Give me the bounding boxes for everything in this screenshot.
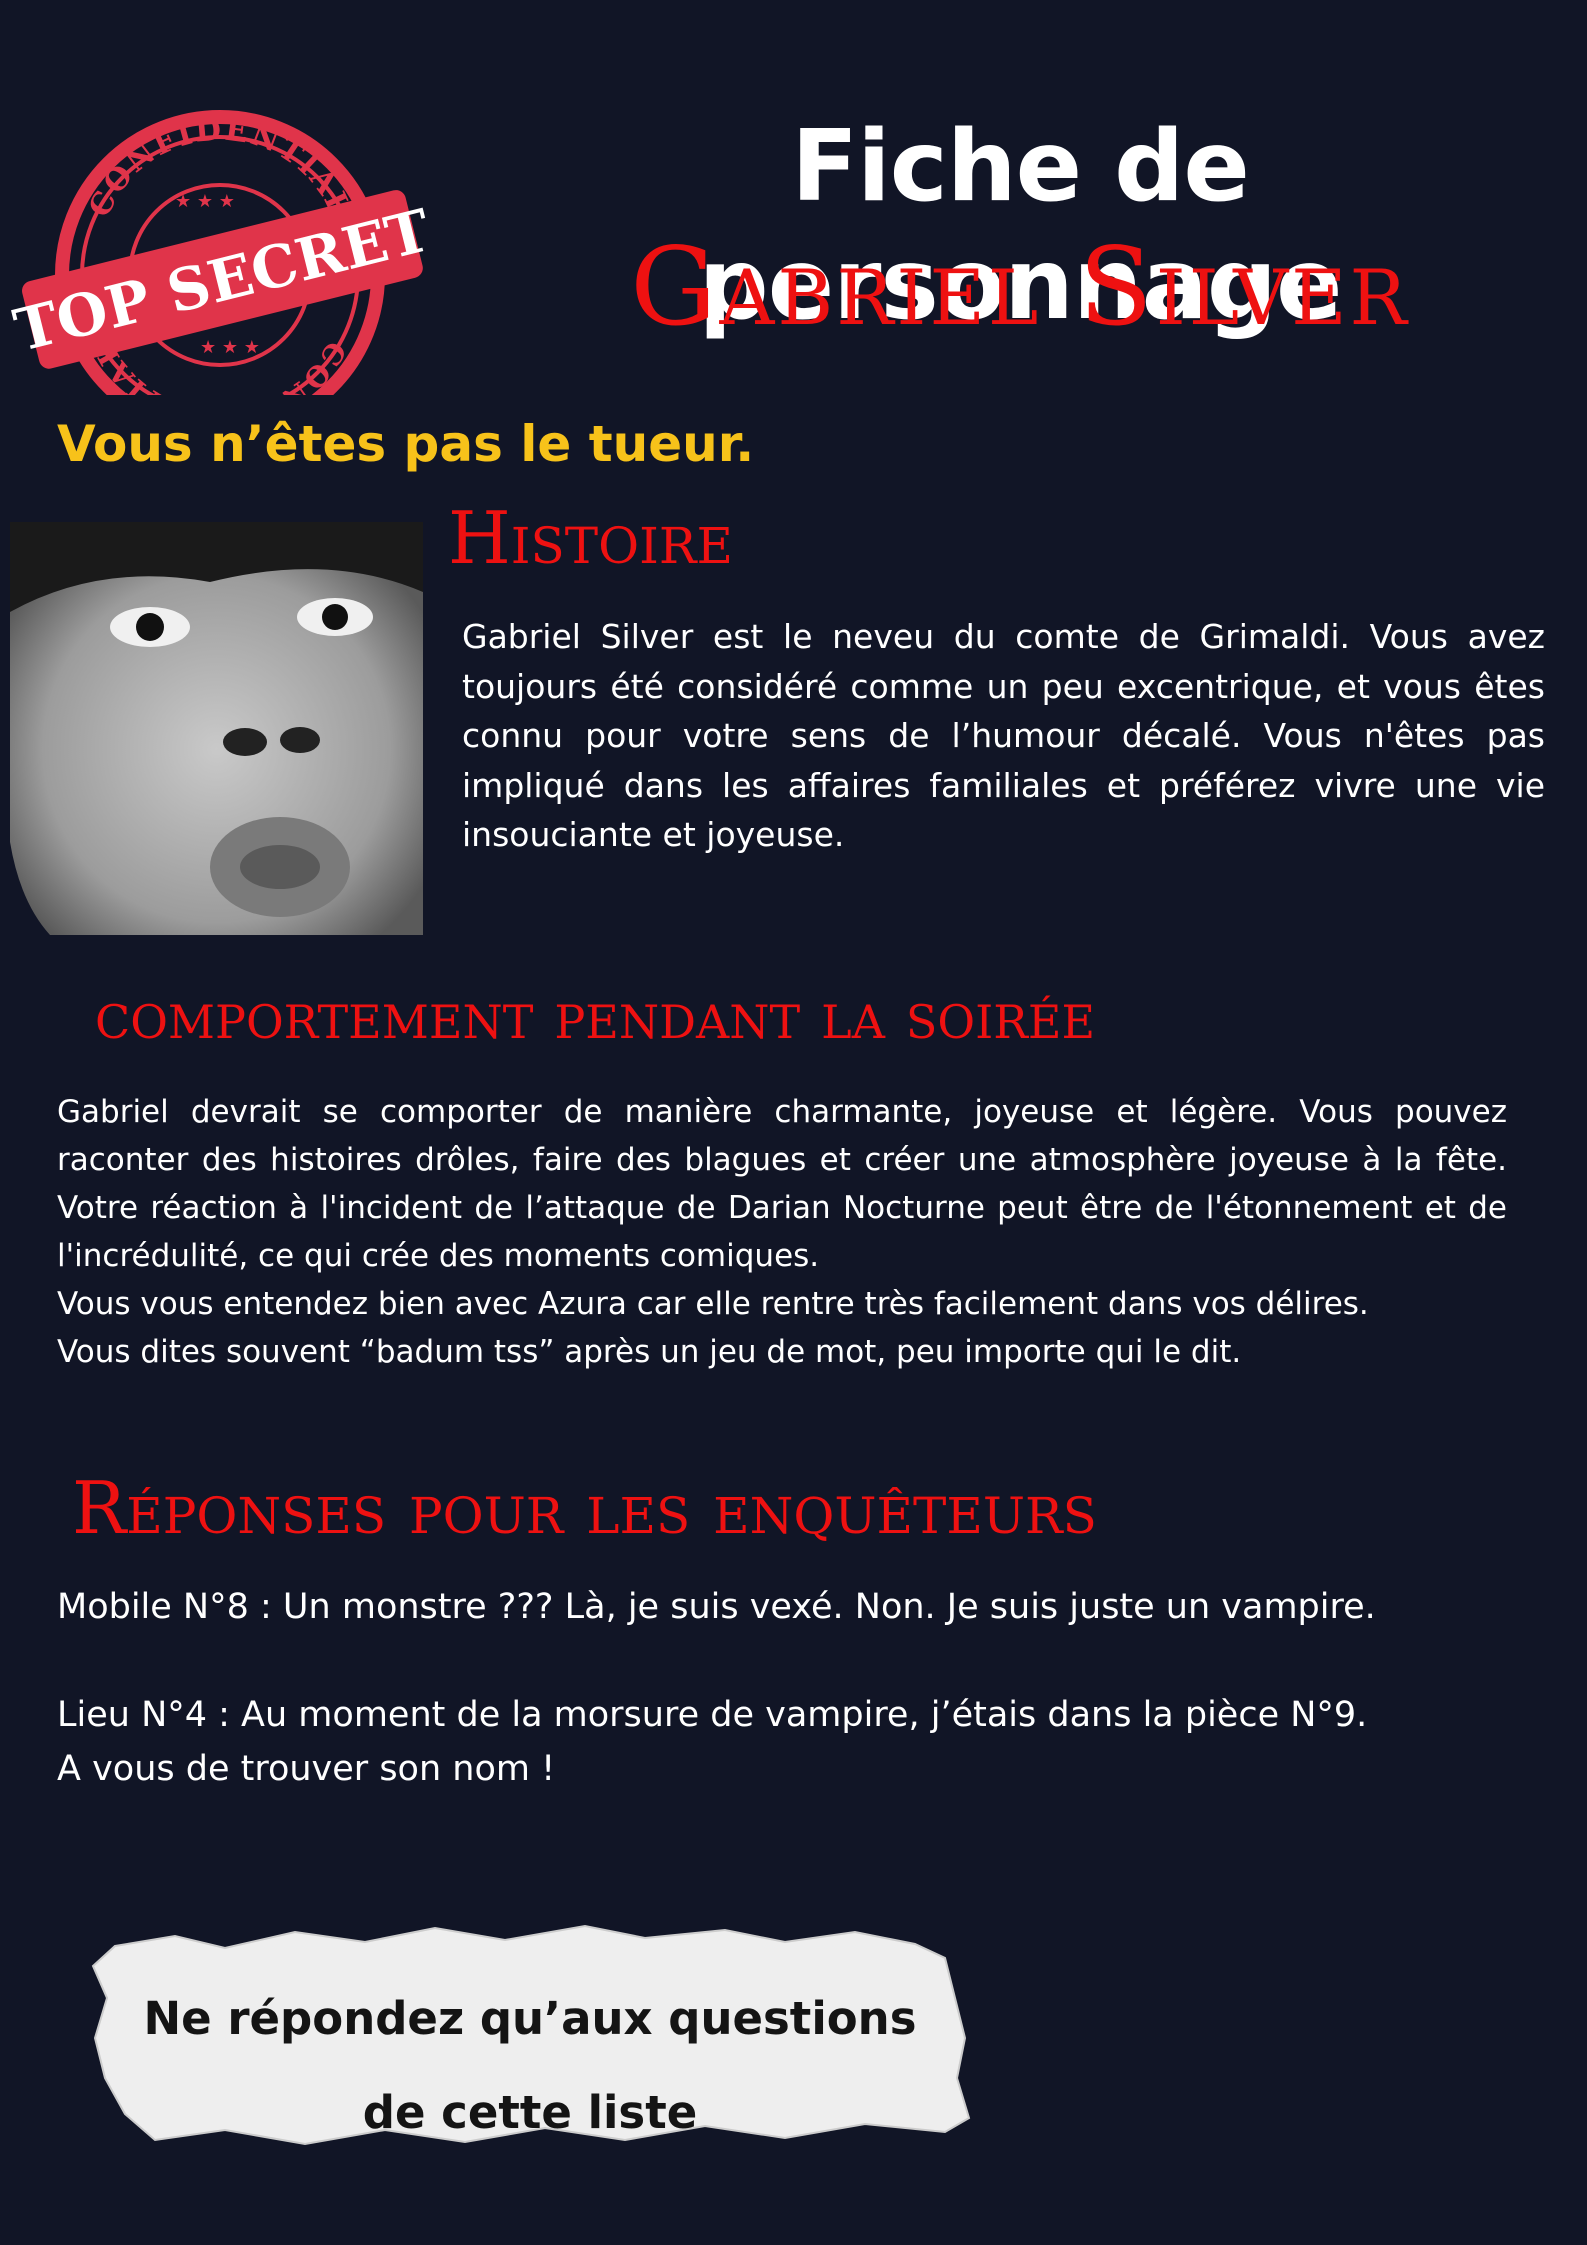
svg-text:★ ★ ★: ★ ★ ★ bbox=[200, 337, 260, 358]
histoire-heading: Histoire bbox=[448, 496, 734, 580]
note-line: de cette liste bbox=[362, 2086, 698, 2139]
mobile-answer: Mobile N°8 : Un monstre ??? Là, je suis … bbox=[57, 1587, 1376, 1627]
top-secret-stamp: CONFIDENTIAL CONFIDENTIAL ★ ★ ★ ★ ★ ★ TO… bbox=[8, 110, 435, 395]
svg-text:★ ★ ★: ★ ★ ★ bbox=[175, 191, 235, 212]
character-photo bbox=[10, 522, 423, 935]
reponses-heading: Réponses pour les enquêteurs bbox=[72, 1466, 1097, 1550]
comportement-paragraph: Vous dites souvent “badum tss” après un … bbox=[57, 1334, 1242, 1370]
histoire-text: Gabriel Silver est le neveu du comte de … bbox=[462, 617, 1545, 854]
comportement-paragraph: Gabriel devrait se comporter de manière … bbox=[57, 1094, 1507, 1274]
comportement-text: Gabriel devrait se comporter de manière … bbox=[57, 1088, 1507, 1376]
note-text: Ne répondez qu’aux questions de cette li… bbox=[130, 1972, 930, 2160]
lieu-hint: A vous de trouver son nom ! bbox=[57, 1749, 556, 1789]
character-name: Gabriel Silver bbox=[630, 225, 1410, 350]
comportement-paragraph: Vous vous entendez bien avec Azura car e… bbox=[57, 1286, 1369, 1322]
lieu-answer: Lieu N°4 : Au moment de la morsure de va… bbox=[57, 1695, 1368, 1735]
comportement-heading: comportement pendant la soirée bbox=[95, 977, 1096, 1054]
killer-status: Vous n’êtes pas le tueur. bbox=[57, 415, 755, 473]
note-line: Ne répondez qu’aux questions bbox=[143, 1992, 917, 2045]
reponses-text: Mobile N°8 : Un monstre ??? Là, je suis … bbox=[57, 1580, 1557, 1796]
